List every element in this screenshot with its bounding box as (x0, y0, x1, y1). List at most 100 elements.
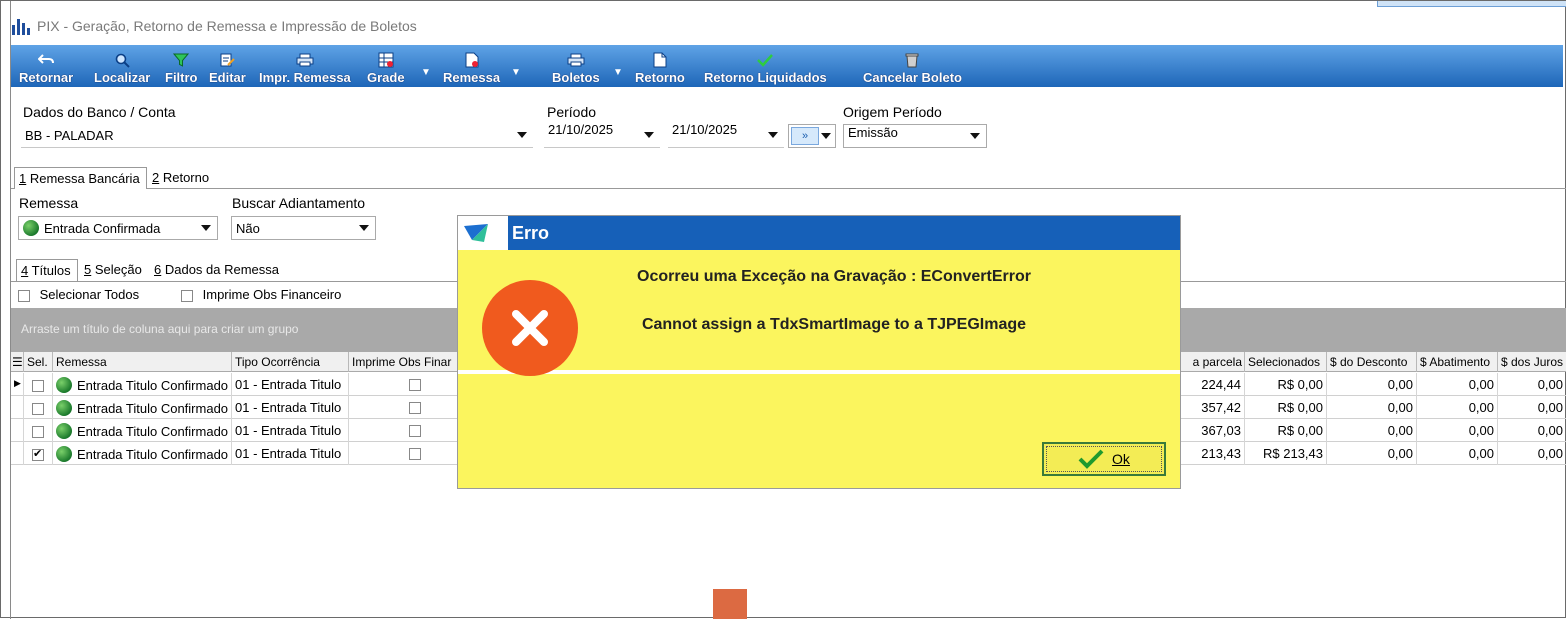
remessa-label: Remessa (19, 195, 79, 211)
tab-remessa-bancaria[interactable]: 1 Remessa Bancária (14, 167, 147, 189)
group-by-hint: Arraste um título de coluna aqui para cr… (21, 322, 299, 336)
column-chooser-icon[interactable]: ☰ (11, 352, 24, 372)
tab-retorno[interactable]: 2 Retorno (148, 167, 218, 189)
period-label: Período (547, 104, 597, 120)
row-select-checkbox[interactable] (24, 396, 53, 419)
grade-button[interactable]: Grade (367, 45, 405, 87)
header-imprime-obs[interactable]: Imprime Obs Finar (349, 352, 459, 372)
tab-titulos[interactable]: 4 Títulos (16, 259, 78, 281)
cell-parcela: 213,43 (1183, 442, 1245, 465)
retorno-liquidados-button[interactable]: Retorno Liquidados (704, 45, 827, 87)
app-chart-icon (11, 17, 31, 35)
ok-button[interactable]: Ok (1042, 442, 1166, 476)
trash-icon (903, 52, 921, 68)
printer-icon (296, 52, 314, 68)
header-sel[interactable]: Sel. (24, 352, 53, 372)
select-all-option[interactable]: Selecionar Todos (18, 287, 139, 302)
main-tab-divider (11, 188, 1566, 189)
cell-parcela: 357,42 (1183, 396, 1245, 419)
title-bar: PIX - Geração, Retorno de Remessa e Impr… (11, 11, 1551, 41)
impr-remessa-button[interactable]: Impr. Remessa (259, 45, 351, 87)
chevron-down-icon (970, 133, 980, 139)
buscar-adiantamento-select[interactable]: Não (231, 216, 376, 240)
origin-period-select[interactable]: Emissão (843, 124, 987, 148)
document-icon (463, 52, 481, 68)
cell-tipo: 01 - Entrada Titulo (232, 442, 349, 465)
remessa-button[interactable]: Remessa (443, 45, 500, 87)
cell-abatimento: 0,00 (1417, 396, 1498, 419)
cell-abatimento: 0,00 (1417, 442, 1498, 465)
chevron-down-icon (644, 132, 654, 138)
error-dialog: Erro Ocorreu uma Exceção na Gravação : E… (457, 215, 1181, 489)
toolbar: Retornar Localizar Filtro Editar Impr. R… (11, 45, 1563, 87)
chevron-down-icon (517, 132, 527, 138)
grid-icon (377, 52, 395, 68)
chevron-down-icon (821, 133, 831, 139)
remessa-select[interactable]: Entrada Confirmada (18, 216, 218, 240)
header-parcela[interactable]: a parcela (1183, 352, 1245, 372)
localizar-button[interactable]: Localizar (94, 45, 150, 87)
row-select-checkbox[interactable] (24, 373, 53, 396)
row-select-checkbox[interactable] (24, 442, 53, 465)
cell-abatimento: 0,00 (1417, 419, 1498, 442)
header-remessa[interactable]: Remessa (53, 352, 232, 372)
editar-button[interactable]: Editar (209, 45, 246, 87)
green-status-icon (23, 220, 39, 236)
remessa-dropdown-icon[interactable]: ▼ (511, 67, 521, 78)
print-obs-checkbox[interactable] (181, 289, 193, 302)
printer-icon (567, 52, 585, 68)
cancelar-boleto-button[interactable]: Cancelar Boleto (863, 45, 962, 87)
period-to-date[interactable]: 21/10/2025 (668, 124, 784, 148)
grade-dropdown-icon[interactable]: ▼ (421, 67, 431, 78)
select-all-checkbox[interactable] (18, 289, 30, 302)
header-juros[interactable]: $ dos Juros (1498, 352, 1566, 372)
header-selecionados[interactable]: Selecionados (1245, 352, 1327, 372)
cell-remessa: Entrada Titulo Confirmado (53, 396, 232, 419)
row-imprime-checkbox[interactable] (349, 419, 459, 442)
header-desconto[interactable]: $ do Desconto (1327, 352, 1417, 372)
error-message-line1: Ocorreu uma Exceção na Gravação : EConve… (637, 268, 1031, 285)
green-status-icon (56, 400, 72, 416)
check-icon (756, 52, 774, 68)
cell-desconto: 0,00 (1327, 419, 1417, 442)
cell-juros: 0,00 (1498, 419, 1566, 442)
undo-icon (37, 52, 55, 68)
row-imprime-checkbox[interactable] (349, 373, 459, 396)
boletos-button[interactable]: Boletos (552, 45, 600, 87)
cell-tipo: 01 - Entrada Titulo (232, 396, 349, 419)
cell-remessa: Entrada Titulo Confirmado (53, 373, 232, 396)
row-select-checkbox[interactable] (24, 419, 53, 442)
magnifier-icon (113, 52, 131, 68)
cell-tipo: 01 - Entrada Titulo (232, 373, 349, 396)
retorno-button[interactable]: Retorno (635, 45, 685, 87)
retornar-button[interactable]: Retornar (19, 45, 73, 87)
tab-dados-remessa[interactable]: 6 Dados da Remessa (150, 259, 290, 281)
bank-account-select[interactable]: BB - PALADAR (21, 124, 533, 148)
edit-icon (218, 52, 236, 68)
document-icon (651, 52, 669, 68)
period-from-date[interactable]: 21/10/2025 (544, 124, 660, 148)
row-imprime-checkbox[interactable] (349, 442, 459, 465)
print-obs-option[interactable]: Imprime Obs Financeiro (181, 287, 341, 302)
background-window-edge (1377, 1, 1566, 7)
green-status-icon (56, 446, 72, 462)
cell-desconto: 0,00 (1327, 396, 1417, 419)
header-tipo-ocorrencia[interactable]: Tipo Ocorrência (232, 352, 349, 372)
cell-parcela: 367,03 (1183, 419, 1245, 442)
bank-account-label: Dados do Banco / Conta (23, 104, 176, 120)
period-shortcut-button[interactable]: » (788, 124, 836, 148)
row-imprime-checkbox[interactable] (349, 396, 459, 419)
boletos-dropdown-icon[interactable]: ▼ (613, 67, 623, 78)
tab-selecao[interactable]: 5 Seleção (80, 259, 148, 281)
dialog-title-bar[interactable]: Erro (458, 216, 1180, 250)
origin-period-label: Origem Período (843, 104, 942, 120)
green-status-icon (56, 377, 72, 393)
orange-marker (713, 589, 747, 619)
window-title: PIX - Geração, Retorno de Remessa e Impr… (37, 18, 417, 34)
filtro-button[interactable]: Filtro (165, 45, 198, 87)
funnel-icon (172, 52, 190, 68)
chevron-down-icon (768, 132, 778, 138)
error-message-line2: Cannot assign a TdxSmartImage to a TJPEG… (641, 316, 1027, 333)
app-logo-icon (464, 224, 488, 242)
header-abatimento[interactable]: $ Abatimento (1417, 352, 1498, 372)
